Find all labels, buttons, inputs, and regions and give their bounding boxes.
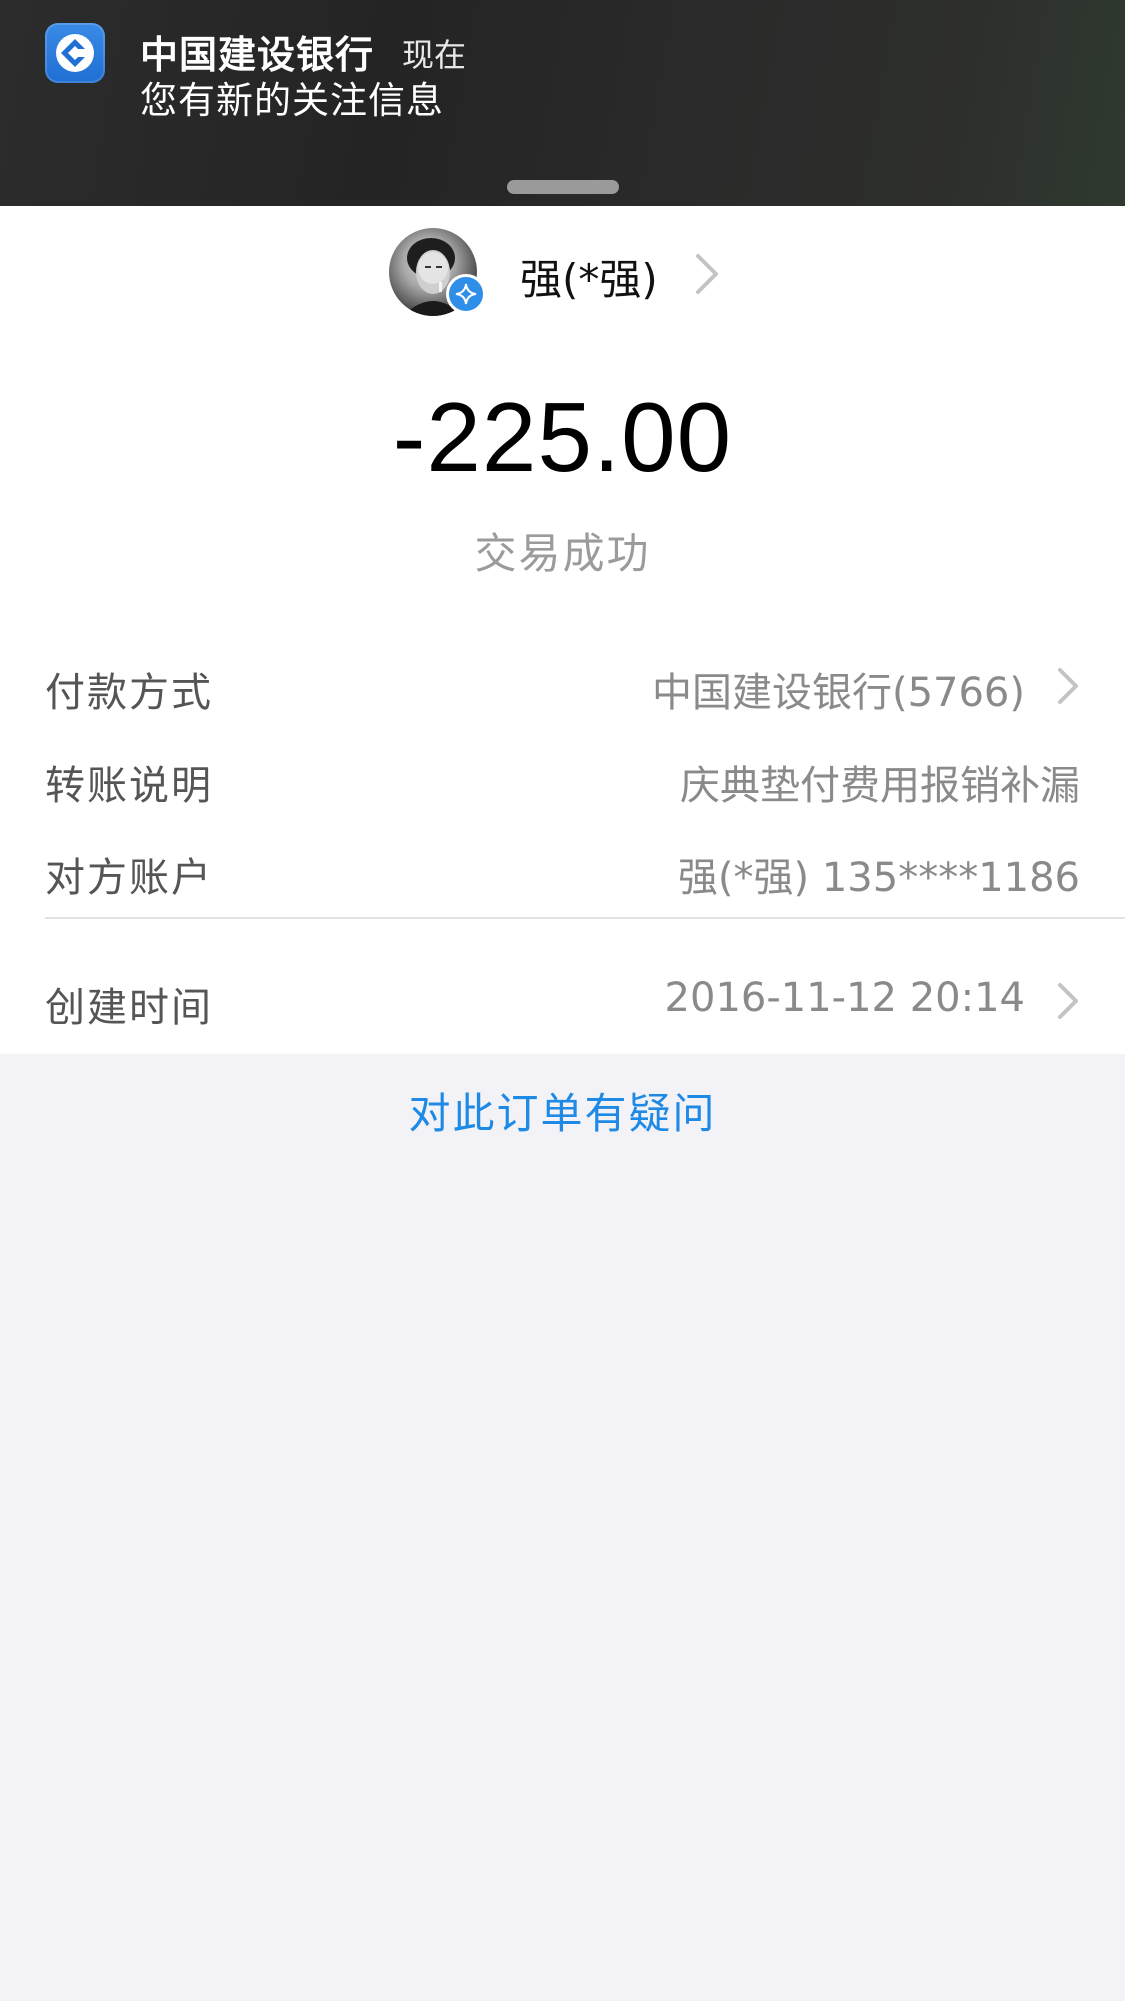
chevron-right-icon[interactable] xyxy=(694,252,720,300)
notification-banner[interactable]: 中国建设银行 现在 您有新的关注信息 xyxy=(0,0,1125,206)
detail-label: 付款方式 xyxy=(45,670,213,716)
verified-badge-icon xyxy=(446,274,486,314)
detail-label: 创建时间 xyxy=(45,985,213,1031)
chevron-right-icon xyxy=(1056,666,1080,710)
detail-row-created-time[interactable]: 创建时间 2016-11-12 20:14 xyxy=(0,959,1125,1039)
detail-label: 对方账户 xyxy=(45,855,213,901)
divider xyxy=(45,917,1125,919)
detail-value: 庆典垫付费用报销补漏 xyxy=(680,763,1080,809)
detail-value: 强(*强) 135****1186 xyxy=(677,855,1080,901)
ccb-bank-logo-icon xyxy=(45,23,105,83)
transaction-status: 交易成功 xyxy=(474,529,651,578)
detail-value: 中国建设银行(5766) xyxy=(651,670,1025,716)
detail-value: 2016-11-12 20:14 xyxy=(664,975,1025,1021)
transaction-amount: -225.00 xyxy=(392,382,733,492)
detail-row-transfer-note: 转账说明 庆典垫付费用报销补漏 xyxy=(0,737,1125,817)
detail-label: 转账说明 xyxy=(45,763,213,809)
transaction-detail-card: 强(*强) -225.00 交易成功 付款方式 中国建设银行(5766) 转账说… xyxy=(0,206,1125,1054)
order-question-link[interactable]: 对此订单有疑问 xyxy=(0,1080,1125,1141)
notification-drag-handle[interactable] xyxy=(507,180,619,194)
chevron-right-icon xyxy=(1056,981,1080,1025)
detail-row-payment-method[interactable]: 付款方式 中国建设银行(5766) xyxy=(0,644,1125,724)
detail-row-counterparty-account: 对方账户 强(*强) 135****1186 xyxy=(0,829,1125,909)
payee-name[interactable]: 强(*强) xyxy=(520,246,658,307)
notification-message: 您有新的关注信息 xyxy=(140,79,444,122)
